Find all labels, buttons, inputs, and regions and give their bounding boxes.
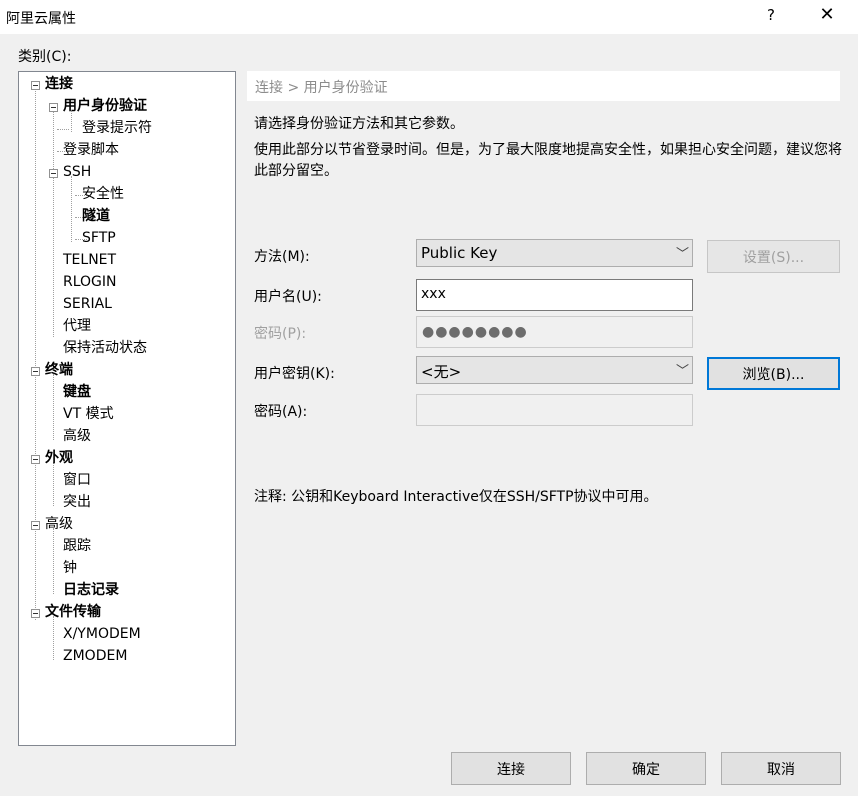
ok-button[interactable]: 确定 — [586, 752, 706, 785]
tree-item-advanced[interactable]: 高级 — [43, 515, 75, 533]
close-icon[interactable]: ✕ — [816, 4, 838, 25]
password-mask: ●●●●●●●● — [422, 324, 528, 340]
note-text: 注释: 公钥和Keyboard Interactive仅在SSH/SFTP协议中… — [254, 489, 658, 505]
tree-connector — [71, 176, 72, 242]
collapse-icon[interactable] — [31, 521, 40, 530]
tree-item-user-auth[interactable]: 用户身份验证 — [61, 97, 149, 115]
collapse-icon[interactable] — [49, 169, 58, 178]
tree-connector — [53, 374, 54, 440]
tree-item-window[interactable]: 窗口 — [61, 471, 93, 489]
category-tree[interactable]: 连接 用户身份验证 登录提示符 登录脚本 SSH 安全性 隧道 SFTP TEL… — [18, 71, 236, 746]
cancel-button[interactable]: 取消 — [721, 752, 841, 785]
title-bar: 阿里云属性 ? ✕ — [0, 0, 858, 34]
method-value: Public Key — [421, 244, 498, 262]
tree-item-serial[interactable]: SERIAL — [61, 295, 114, 313]
tree-item-file-transfer[interactable]: 文件传输 — [43, 603, 103, 621]
tree-item-appearance[interactable]: 外观 — [43, 449, 75, 467]
collapse-icon[interactable] — [31, 455, 40, 464]
window-title: 阿里云属性 — [6, 11, 76, 27]
breadcrumb: 连接 > 用户身份验证 — [247, 71, 840, 101]
password-label: 密码(P): — [254, 326, 307, 342]
method-select[interactable]: Public Key ﹀ — [416, 239, 693, 267]
tree-item-tunnel[interactable]: 隧道 — [80, 207, 112, 225]
tree-item-ssh[interactable]: SSH — [61, 163, 93, 181]
chevron-down-icon: ﹀ — [675, 364, 689, 379]
tree-item-terminal-advanced[interactable]: 高级 — [61, 427, 93, 445]
tree-connector — [35, 89, 36, 620]
tree-item-clock[interactable]: 钟 — [61, 559, 79, 577]
tree-item-telnet[interactable]: TELNET — [61, 251, 118, 269]
username-value: xxx — [421, 286, 446, 302]
method-label: 方法(M): — [254, 249, 310, 265]
tree-item-connection[interactable]: 连接 — [43, 75, 75, 93]
tree-connector — [53, 528, 54, 594]
collapse-icon[interactable] — [31, 81, 40, 90]
collapse-icon[interactable] — [49, 103, 58, 112]
browse-button[interactable]: 浏览(B)... — [707, 357, 840, 390]
tree-connector — [57, 129, 69, 130]
passphrase-input[interactable] — [416, 394, 693, 426]
tree-item-rlogin[interactable]: RLOGIN — [61, 273, 119, 291]
breadcrumb-text: 连接 > 用户身份验证 — [255, 80, 388, 96]
collapse-icon[interactable] — [31, 609, 40, 618]
passphrase-label: 密码(A): — [254, 404, 308, 420]
tree-item-keyboard[interactable]: 键盘 — [61, 383, 93, 401]
userkey-select[interactable]: <无> ﹀ — [416, 356, 693, 384]
tree-item-logging[interactable]: 日志记录 — [61, 581, 121, 599]
tree-item-sftp[interactable]: SFTP — [80, 229, 118, 247]
username-label: 用户名(U): — [254, 289, 322, 305]
tree-item-vt-mode[interactable]: VT 模式 — [61, 405, 116, 423]
username-input[interactable]: xxx — [416, 279, 693, 311]
settings-button[interactable]: 设置(S)... — [707, 240, 840, 273]
tree-connector — [53, 462, 54, 506]
tree-item-terminal[interactable]: 终端 — [43, 361, 75, 379]
help-icon[interactable]: ? — [762, 6, 780, 24]
category-label: 类别(C): — [18, 49, 72, 65]
tree-connector — [53, 616, 54, 660]
connect-button[interactable]: 连接 — [451, 752, 571, 785]
tree-item-trace[interactable]: 跟踪 — [61, 537, 93, 555]
description-secondary: 使用此部分以节省登录时间。但是，为了最大限度地提高安全性，如果担心安全问题，建议… — [254, 142, 842, 179]
password-input[interactable]: ●●●●●●●● — [416, 316, 693, 348]
description-primary: 请选择身份验证方法和其它参数。 — [254, 116, 464, 132]
tree-connector — [53, 110, 54, 337]
tree-item-login-prompt[interactable]: 登录提示符 — [80, 119, 154, 137]
userkey-value: <无> — [421, 363, 462, 381]
userkey-label: 用户密钥(K): — [254, 366, 335, 382]
tree-item-zmodem[interactable]: ZMODEM — [61, 647, 129, 665]
collapse-icon[interactable] — [31, 367, 40, 376]
tree-item-login-script[interactable]: 登录脚本 — [61, 141, 121, 159]
tree-item-proxy[interactable]: 代理 — [61, 317, 93, 335]
tree-item-keepalive[interactable]: 保持活动状态 — [61, 339, 149, 357]
tree-item-highlight[interactable]: 突出 — [61, 493, 93, 511]
tree-item-security[interactable]: 安全性 — [80, 185, 126, 203]
tree-item-xymodem[interactable]: X/YMODEM — [61, 625, 143, 643]
chevron-down-icon: ﹀ — [675, 247, 689, 262]
